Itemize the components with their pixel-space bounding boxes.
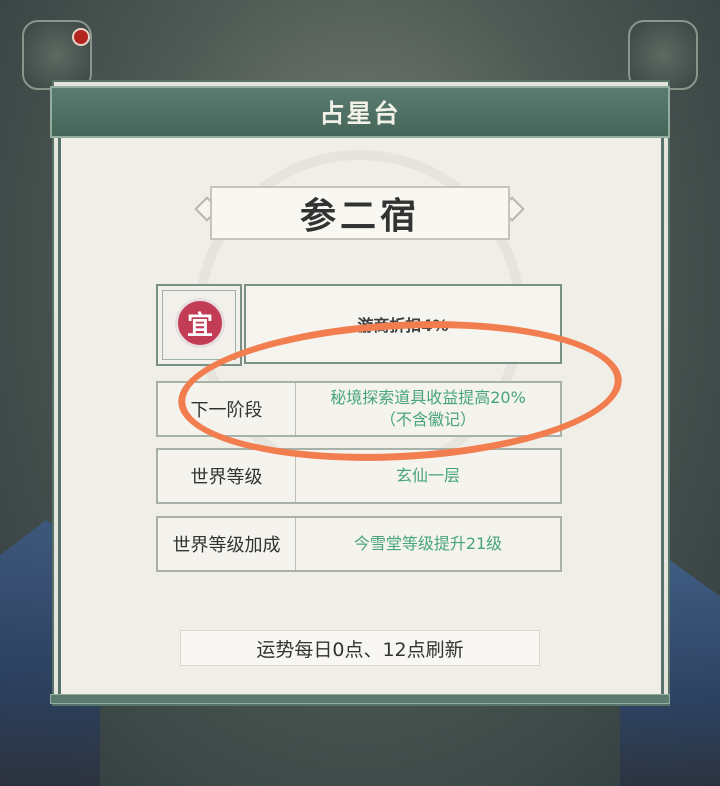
star-name-banner: 参二宿 (210, 186, 510, 240)
panel-header: 占星台 (50, 86, 670, 138)
panel-scroll-bottom (50, 694, 670, 704)
panel-title: 占星台 (319, 99, 401, 128)
info-row-value-line1: 今雪堂等级提升21级 (353, 534, 503, 553)
refresh-note: 运势每日0点、12点刷新 (180, 630, 540, 666)
info-row-world-level-bonus: 世界等级加成 今雪堂等级提升21级 (156, 516, 562, 572)
auspicious-badge-label: 宜 (186, 310, 213, 341)
info-row-value-line1: 玄仙一层 (395, 466, 460, 485)
star-name: 参二宿 (299, 196, 420, 237)
rank-icon[interactable] (628, 20, 698, 90)
info-row-value: 今雪堂等级提升21级 (296, 518, 560, 570)
info-row-label: 世界等级 (158, 450, 296, 502)
info-row-label: 世界等级加成 (158, 518, 296, 570)
refresh-note-text: 运势每日0点、12点刷新 (256, 638, 464, 661)
auspicious-badge: 宜 (175, 298, 225, 348)
notification-dot (72, 28, 90, 46)
